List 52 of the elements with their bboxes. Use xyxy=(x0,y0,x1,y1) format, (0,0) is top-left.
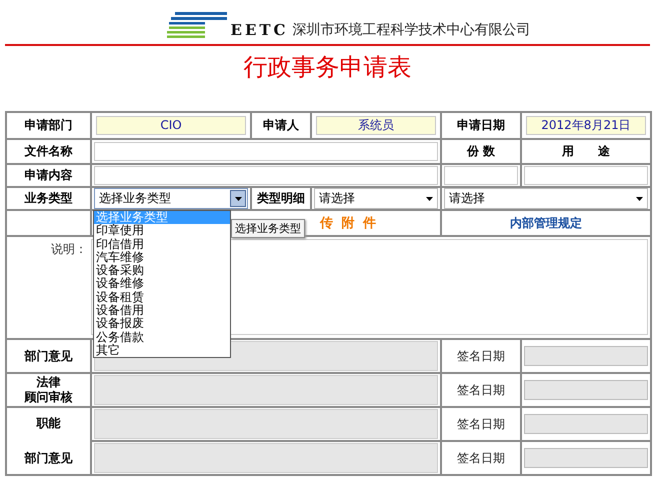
field-label: 申请人 xyxy=(263,118,299,132)
input-field[interactable] xyxy=(524,166,648,185)
field-label: 顾问审核 xyxy=(24,390,72,405)
dropdown-option[interactable]: 印章使用 xyxy=(94,224,230,238)
input-field[interactable]: 2012年8月21日 xyxy=(526,116,646,135)
field-label: 份 数 xyxy=(466,144,496,158)
field-label: 法律 xyxy=(36,375,60,390)
dropdown-option[interactable]: 其它 xyxy=(94,344,230,358)
business-type-select[interactable]: 选择业务类型 xyxy=(94,188,248,209)
input-field[interactable] xyxy=(94,166,438,185)
tooltip: 选择业务类型 xyxy=(231,219,305,238)
caret-icon xyxy=(636,196,642,200)
field-label: 签名日期 xyxy=(457,416,505,430)
field-label: 签名日期 xyxy=(457,348,505,362)
input-field[interactable] xyxy=(524,346,648,366)
field-label: 文件名称 xyxy=(24,144,72,158)
detail-select[interactable]: 请选择 xyxy=(444,188,648,209)
type-detail-select[interactable]: 请选择 xyxy=(314,188,438,209)
field-label: 职能 xyxy=(36,416,60,431)
dropdown-option[interactable]: 印信借用 xyxy=(94,238,230,251)
field-label: 用 途 xyxy=(562,144,610,158)
field-label: 部门意见 xyxy=(24,451,72,466)
input-field[interactable] xyxy=(524,380,648,400)
field-label: 申请日期 xyxy=(457,118,505,132)
dropdown-option[interactable]: 公务借款 xyxy=(94,330,230,344)
field-label: 部门意见 xyxy=(24,348,72,364)
field-label: 类型明细 xyxy=(257,191,305,205)
input-field[interactable]: 系统员 xyxy=(316,116,436,135)
caret-icon xyxy=(234,196,242,200)
dropdown-option[interactable]: 汽车维修 xyxy=(94,250,230,264)
input-field[interactable] xyxy=(524,414,648,434)
field-label: 签名日期 xyxy=(457,450,505,464)
note-label: 说明： xyxy=(50,241,87,258)
caret-icon xyxy=(426,196,432,200)
input-field[interactable] xyxy=(444,166,518,185)
field-label: 申请内容 xyxy=(24,168,72,182)
input-field[interactable]: CIO xyxy=(96,116,246,135)
dropdown-option[interactable]: 设备维修 xyxy=(94,277,230,291)
dropdown-option[interactable]: 设备租赁 xyxy=(94,290,230,304)
dropdown-option[interactable]: 设备借用 xyxy=(94,304,230,318)
input-field[interactable] xyxy=(94,142,438,161)
field-label: 业务类型 xyxy=(24,191,72,205)
field-label: 签名日期 xyxy=(457,382,505,396)
logo-stripes-drawing xyxy=(164,9,227,39)
rules-link[interactable]: 内部管理规定 xyxy=(510,216,582,230)
input-field[interactable] xyxy=(524,448,648,468)
company-name: 深圳市环境工程科学技术中心有限公司 xyxy=(292,22,530,39)
dropdown-option[interactable]: 设备报废 xyxy=(94,317,230,331)
form-title: 行政事务申请表 xyxy=(244,52,412,82)
field-label: 申请部门 xyxy=(24,118,72,132)
dropdown-option[interactable]: 设备采购 xyxy=(94,264,230,278)
logo-text: EETC xyxy=(230,22,288,39)
